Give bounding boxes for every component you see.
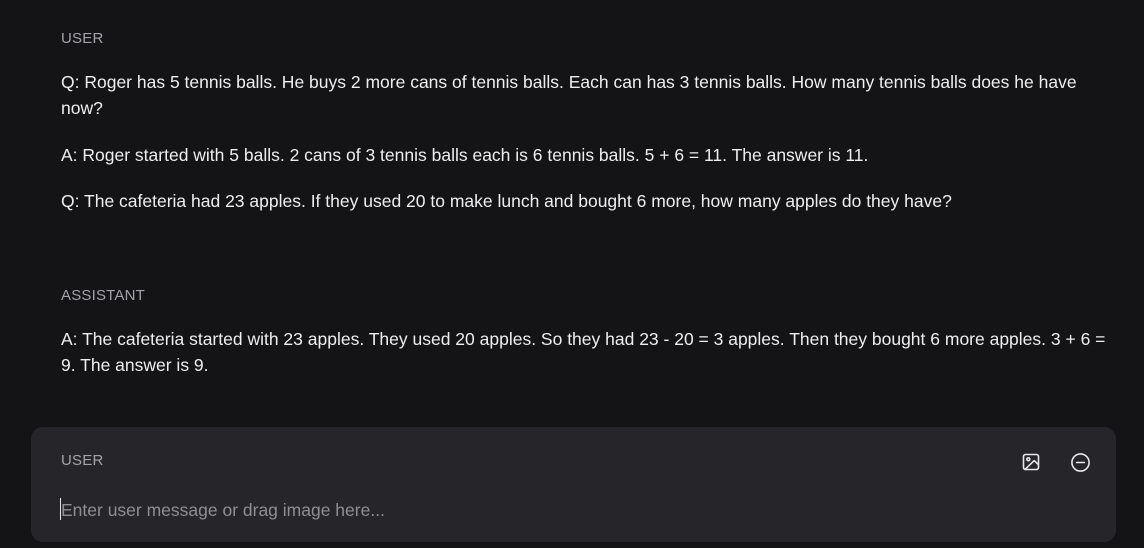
user-message-input[interactable] xyxy=(61,497,961,523)
remove-message-button[interactable] xyxy=(1069,451,1091,473)
message-user: USER Q: Roger has 5 tennis balls. He buy… xyxy=(61,30,1111,214)
message-paragraph: A: The cafeteria started with 23 apples.… xyxy=(61,329,1106,375)
minus-circle-icon xyxy=(1070,452,1090,472)
message-paragraph: A: Roger started with 5 balls. 2 cans of… xyxy=(61,145,869,165)
message-composer: USER xyxy=(31,427,1116,542)
chat-playground: USER Q: Roger has 5 tennis balls. He buy… xyxy=(0,0,1144,548)
message-role-label: USER xyxy=(61,30,104,47)
message-paragraph: Q: Roger has 5 tennis balls. He buys 2 m… xyxy=(61,72,1077,118)
composer-role-label[interactable]: USER xyxy=(61,452,103,470)
message-assistant: ASSISTANT A: The cafeteria started with … xyxy=(61,287,1111,378)
message-role-label: ASSISTANT xyxy=(61,287,146,304)
attach-image-button[interactable] xyxy=(1020,451,1042,473)
message-paragraph: Q: The cafeteria had 23 apples. If they … xyxy=(61,191,952,211)
image-icon xyxy=(1022,453,1040,471)
